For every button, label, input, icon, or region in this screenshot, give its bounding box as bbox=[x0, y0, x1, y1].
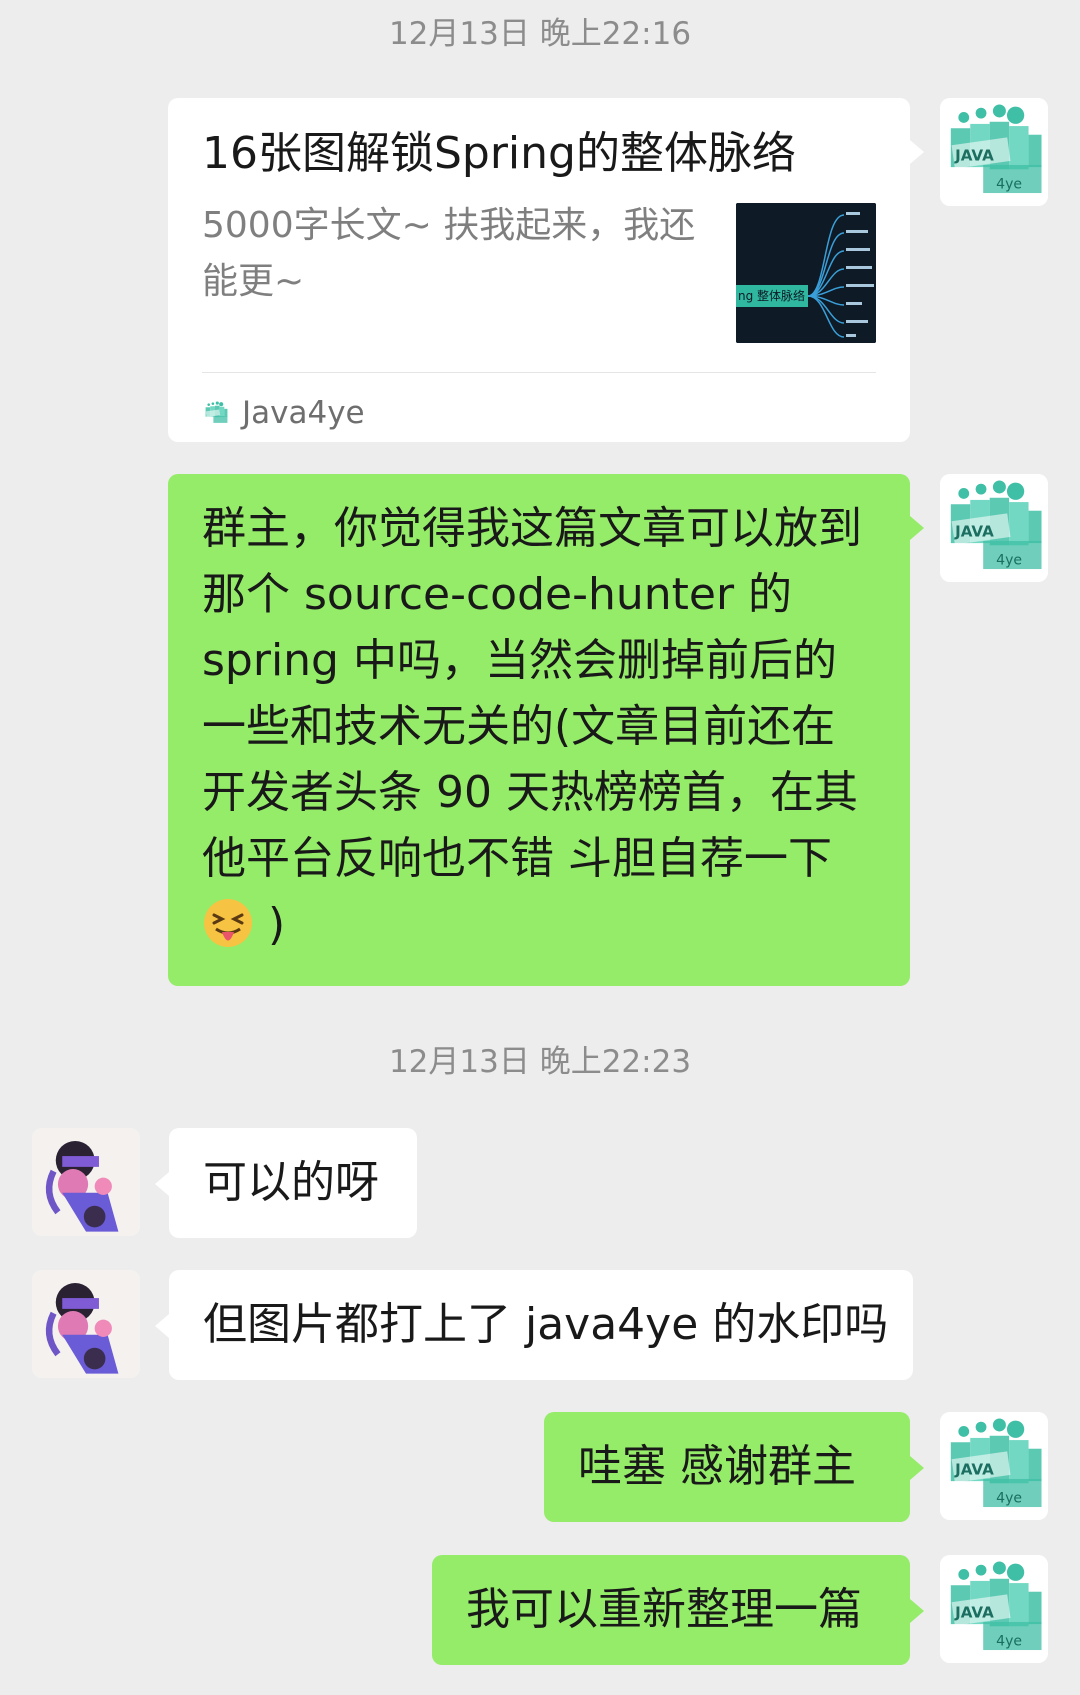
bubble-tail bbox=[910, 1456, 924, 1480]
message-text-tail: ) bbox=[268, 899, 286, 950]
message-text: 可以的呀 bbox=[203, 1157, 379, 1208]
message-bubble-other[interactable]: 但图片都打上了 java4ye 的水印吗 bbox=[169, 1270, 913, 1380]
bubble-tail bbox=[155, 1172, 169, 1196]
message-bubble-self[interactable]: 群主，你觉得我这篇文章可以放到那个 source-code-hunter 的 s… bbox=[168, 474, 910, 986]
java4ye-logo-icon bbox=[202, 400, 230, 426]
message-bubble-self[interactable]: 哇塞 感谢群主 bbox=[544, 1412, 910, 1522]
self-avatar[interactable]: JAVA 4ye bbox=[940, 1555, 1048, 1663]
self-avatar[interactable]: JAVA 4ye bbox=[940, 98, 1048, 206]
bubble-tail bbox=[910, 516, 924, 540]
avatar-text-java: JAVA bbox=[954, 523, 994, 541]
card-source-name: Java4ye bbox=[242, 395, 365, 431]
card-divider bbox=[202, 372, 876, 373]
other-avatar[interactable] bbox=[32, 1128, 140, 1236]
self-avatar[interactable]: JAVA 4ye bbox=[940, 474, 1048, 582]
message-text: 群主，你觉得我这篇文章可以放到那个 source-code-hunter 的 s… bbox=[202, 503, 862, 884]
bubble-tail bbox=[155, 1314, 169, 1338]
link-card[interactable]: 16张图解锁Spring的整体脉络 5000字长文~ 扶我起来，我还能更~ ng… bbox=[168, 98, 910, 442]
self-avatar[interactable]: JAVA 4ye bbox=[940, 1412, 1048, 1520]
thumbnail-label: ng 整体脉络 bbox=[738, 289, 806, 303]
avatar-text-4ye: 4ye bbox=[996, 1634, 1022, 1650]
message-text: 但图片都打上了 java4ye 的水印吗 bbox=[203, 1299, 889, 1350]
message-text: 哇塞 感谢群主 bbox=[578, 1441, 856, 1492]
message-text: 我可以重新整理一篇 bbox=[466, 1584, 862, 1635]
squinting-tongue-face-icon bbox=[204, 899, 252, 947]
message-bubble-other[interactable]: 可以的呀 bbox=[169, 1128, 417, 1238]
card-thumbnail: ng 整体脉络 bbox=[736, 203, 876, 343]
message-bubble-self[interactable]: 我可以重新整理一篇 bbox=[432, 1555, 910, 1665]
timestamp: 12月13日 晚上22:23 bbox=[388, 1044, 692, 1080]
bubble-tail bbox=[910, 1599, 924, 1623]
card-source: Java4ye bbox=[202, 388, 365, 438]
avatar-text-4ye: 4ye bbox=[996, 177, 1022, 193]
avatar-text-4ye: 4ye bbox=[996, 553, 1022, 569]
avatar-text-java: JAVA bbox=[954, 1604, 994, 1622]
bubble-tail bbox=[910, 140, 924, 164]
other-avatar[interactable] bbox=[32, 1270, 140, 1378]
avatar-text-java: JAVA bbox=[954, 147, 994, 165]
avatar-text-java: JAVA bbox=[954, 1461, 994, 1479]
card-title: 16张图解锁Spring的整体脉络 bbox=[202, 128, 796, 179]
timestamp: 12月13日 晚上22:16 bbox=[388, 16, 692, 52]
avatar-text-4ye: 4ye bbox=[996, 1491, 1022, 1507]
card-description: 5000字长文~ 扶我起来，我还能更~ bbox=[202, 205, 696, 302]
